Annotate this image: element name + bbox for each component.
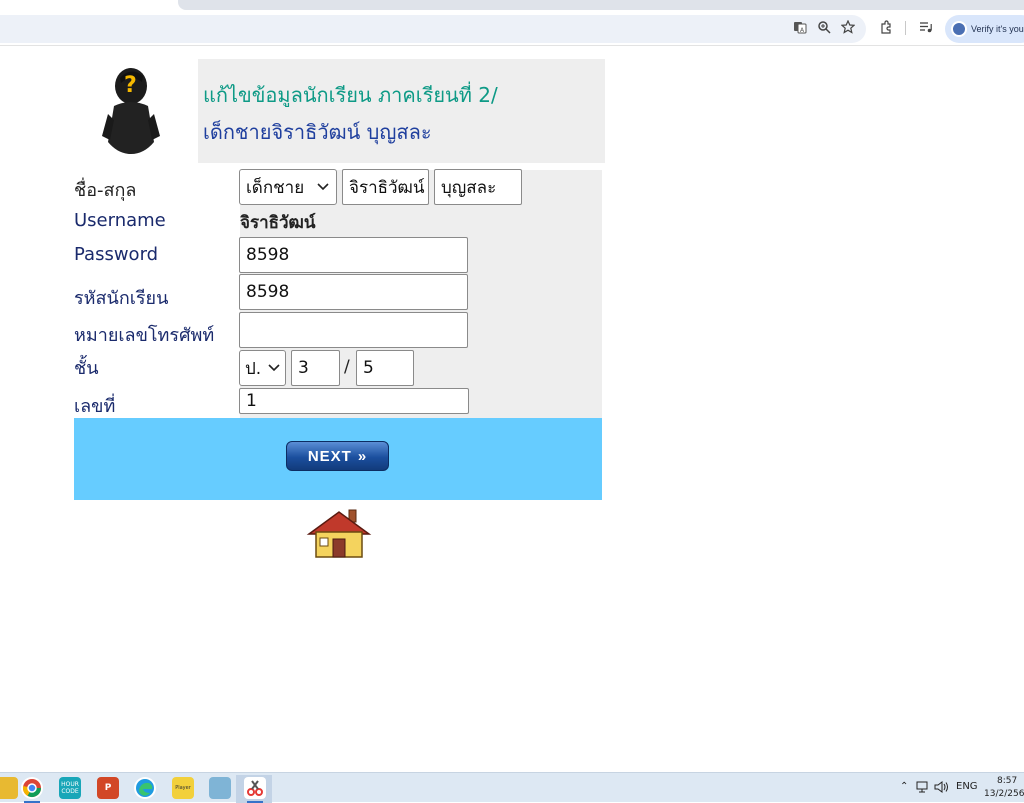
language-indicator[interactable]: ENG [956,781,978,792]
taskbar: HOUR CODE P Player ⌃ ENG 8:57 13/2/2568 [0,772,1024,803]
network-icon[interactable] [916,781,930,796]
star-icon[interactable] [840,19,856,35]
browser-toolbar: A Verify it's you [0,12,1024,46]
level-selected-value: ป. [245,358,262,379]
grade-input[interactable]: 3 [291,350,340,386]
double-chevron-right-icon: » [357,447,368,465]
room-input[interactable]: 5 [356,350,414,386]
last-name-input[interactable]: บุญสละ [434,169,522,205]
number-input[interactable]: 1 [239,388,469,414]
student-name-heading: เด็กชายจิราธิวัฒน์ บุญสละ [203,120,432,144]
student-id-label: รหัสนักเรียน [74,288,169,309]
powerpoint-icon[interactable]: P [97,777,119,799]
translate-icon[interactable]: A [792,19,808,35]
profile-avatar-icon [951,21,967,37]
student-id-input[interactable]: 8598 [239,274,468,310]
username-label: Username [74,210,166,231]
house-icon[interactable] [305,506,373,560]
chrome-icon[interactable] [21,777,43,799]
class-label: ชั้น [74,358,99,379]
extensions-icon[interactable] [878,19,894,35]
phone-label: หมายเลขโทรศัพท์ [74,325,215,346]
phone-input[interactable] [239,312,468,348]
question-person-icon: ? [100,62,162,156]
address-bar[interactable] [0,15,866,43]
edge-icon[interactable] [134,777,156,799]
chevron-up-icon[interactable]: ⌃ [900,781,908,792]
tab-strip-background [178,0,1024,10]
file-explorer-icon[interactable] [0,777,18,799]
next-label: NEXT [307,447,352,465]
class-separator: / [344,357,350,377]
svg-text:?: ? [124,73,137,98]
toolbar-divider [905,21,906,35]
notepad-icon[interactable] [209,777,231,799]
tab-strip [0,0,1024,12]
volume-icon[interactable] [934,781,950,796]
player-icon[interactable]: Player [172,777,194,799]
snipping-tool-icon[interactable] [244,777,266,799]
first-name-input[interactable]: จิราธิวัฒน์ [342,169,429,205]
hour-of-code-icon[interactable]: HOUR CODE [59,777,81,799]
password-label: Password [74,244,159,265]
next-button[interactable]: NEXT » [286,441,389,471]
page-title: แก้ไขข้อมูลนักเรียน ภาคเรียนที่ 2/ [203,83,498,107]
level-select[interactable]: ป. [239,350,286,386]
fullname-label: ชื่อ-สกุล [74,180,137,201]
prefix-selected-value: เด็กชาย [246,177,305,198]
profile-verify-button[interactable]: Verify it's you [945,15,1024,43]
chevron-down-icon [268,364,280,372]
password-input[interactable]: 8598 [239,237,468,273]
zoom-icon[interactable] [816,19,832,35]
username-value: จิราธิวัฒน์ [240,213,316,233]
prefix-select[interactable]: เด็กชาย [239,169,337,205]
media-queue-icon[interactable] [918,19,934,35]
clock-time: 8:57 [996,776,1018,786]
verify-label: Verify it's you [971,24,1024,34]
clock[interactable]: 8:57 13/2/2568 [984,775,1024,801]
chevron-down-icon [317,183,329,191]
clock-date: 13/2/2568 [984,789,1024,799]
number-label: เลขที่ [74,396,116,417]
